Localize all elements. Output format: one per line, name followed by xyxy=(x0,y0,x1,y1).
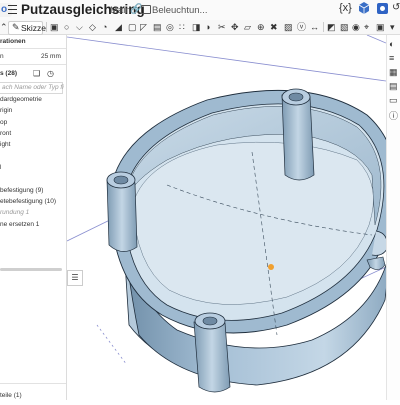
feature-item[interactable]: ront xyxy=(0,130,11,138)
screw-boss[interactable] xyxy=(193,312,231,393)
unit-value[interactable]: 25 mm xyxy=(41,53,61,61)
feature-item[interactable]: dardgeometrie xyxy=(0,96,42,104)
appearance-panel-icon[interactable]: ◐ xyxy=(389,39,394,49)
sweep-icon[interactable]: ⌵ xyxy=(76,22,83,32)
hole-icon[interactable]: ◎ xyxy=(166,22,174,32)
feature-item[interactable]: befestigung (9) xyxy=(0,187,43,195)
main-toolbar: ⌃ ✎ Skizze ▣ ○ ⌵ ◇ ◔ ◢ ▢ ◸ ▤ ◎ ∷ ◨ ◑ ✂ ✥… xyxy=(0,20,400,35)
comments-icon[interactable]: ▭ xyxy=(389,95,398,106)
mate-connector-icon[interactable]: ⊕ xyxy=(257,22,265,32)
variables-icon[interactable]: {x} xyxy=(339,2,352,14)
feature-item[interactable]: ne ersetzen 1 xyxy=(0,221,39,229)
measure-icon[interactable]: ⌖ xyxy=(364,22,369,32)
boolean-icon[interactable]: ◑ xyxy=(205,22,210,32)
properties-icon[interactable]: ⓘ xyxy=(389,109,398,122)
part-model[interactable] xyxy=(66,34,397,400)
display-icon[interactable]: ▣ xyxy=(376,22,385,32)
appearance-icon[interactable]: ◉ xyxy=(352,22,360,32)
feature-item[interactable]: rigin xyxy=(0,107,12,115)
sketch-label: Skizze xyxy=(21,23,47,33)
feature-search-input[interactable]: ach Name oder Typ fi xyxy=(0,82,64,94)
search-placeholder: ach Name oder Typ fi xyxy=(2,84,64,91)
pencil-icon: ✎ xyxy=(12,22,20,32)
breadcrumb[interactable]: Beleuchtun... xyxy=(152,5,207,16)
thicken-icon[interactable]: ▨ xyxy=(284,22,293,32)
transform-icon[interactable]: ✥ xyxy=(231,22,239,32)
undo-icon[interactable]: ⌃ xyxy=(0,22,8,32)
branch-name[interactable]: Main xyxy=(110,5,131,16)
chamfer-icon[interactable]: ◢ xyxy=(115,22,122,32)
cube-icon[interactable] xyxy=(358,1,370,14)
plane-icon[interactable]: ▱ xyxy=(244,22,251,32)
variable-icon[interactable]: ⓥ xyxy=(297,22,306,32)
ring-body[interactable] xyxy=(109,89,397,386)
split-icon[interactable]: ✂ xyxy=(218,22,226,32)
revolve-icon[interactable]: ○ xyxy=(64,22,69,32)
rib-icon[interactable]: ▤ xyxy=(153,22,162,32)
feature-item[interactable]: op xyxy=(0,119,7,127)
history-icon[interactable]: ◷ xyxy=(47,69,54,78)
loft-icon[interactable]: ◇ xyxy=(89,22,96,32)
view-cube-icon[interactable]: ◩ xyxy=(327,22,336,32)
shell-icon[interactable]: ▢ xyxy=(128,22,137,32)
dimension-icon[interactable]: ↔ xyxy=(310,22,319,32)
share-icon[interactable]: ↺ xyxy=(392,2,400,13)
origin-marker[interactable] xyxy=(268,264,274,270)
extrude-icon[interactable]: ▣ xyxy=(50,22,59,32)
list-icon[interactable]: ≡ xyxy=(389,53,394,63)
feature-item[interactable]: etebefestigung (10) xyxy=(0,198,56,206)
more-icon[interactable]: ▾ xyxy=(390,22,395,32)
section-view-icon[interactable]: ▧ xyxy=(340,22,349,32)
app-icon[interactable] xyxy=(376,2,389,18)
custom-table-icon[interactable]: ▤ xyxy=(389,81,398,92)
feature-item[interactable]: l xyxy=(0,164,1,172)
menu-icon[interactable] xyxy=(8,5,17,14)
mirror-icon[interactable]: ◨ xyxy=(192,22,201,32)
screw-boss[interactable] xyxy=(281,88,315,181)
title-bar: o Putzausgleichsring Main 🔗 Beleuchtun..… xyxy=(0,0,400,20)
fillet-icon[interactable]: ◔ xyxy=(102,22,107,32)
unit-label: n xyxy=(0,53,4,60)
right-toolbar: ◐ ≡ ▦ ▤ ▭ ⓘ xyxy=(386,35,400,400)
folder-icon[interactable] xyxy=(141,5,151,14)
parts-header[interactable]: teile (1) xyxy=(0,392,22,400)
panel-title: rationen xyxy=(0,38,26,45)
feature-panel: rationen n 25 mm s (28) ❑ ◷ ach Name ode… xyxy=(0,35,67,400)
draft-icon[interactable]: ◸ xyxy=(140,22,147,32)
variable-table-icon[interactable]: ▦ xyxy=(389,67,398,78)
view-options-icon[interactable]: ☰ xyxy=(67,270,83,286)
feature-item[interactable]: ight xyxy=(0,141,10,149)
delete-part-icon[interactable]: ✖ xyxy=(270,22,278,32)
panel-scrollbar[interactable] xyxy=(0,268,62,271)
sketch-button[interactable]: ✎ Skizze xyxy=(8,21,47,35)
feature-item-suppressed[interactable]: rundung 1 xyxy=(0,209,29,217)
3d-viewport[interactable] xyxy=(66,34,397,400)
features-header[interactable]: s (28) xyxy=(0,70,17,78)
screw-boss[interactable] xyxy=(106,171,138,252)
add-folder-icon[interactable]: ❑ xyxy=(33,69,40,78)
pattern-icon[interactable]: ∷ xyxy=(179,22,185,32)
